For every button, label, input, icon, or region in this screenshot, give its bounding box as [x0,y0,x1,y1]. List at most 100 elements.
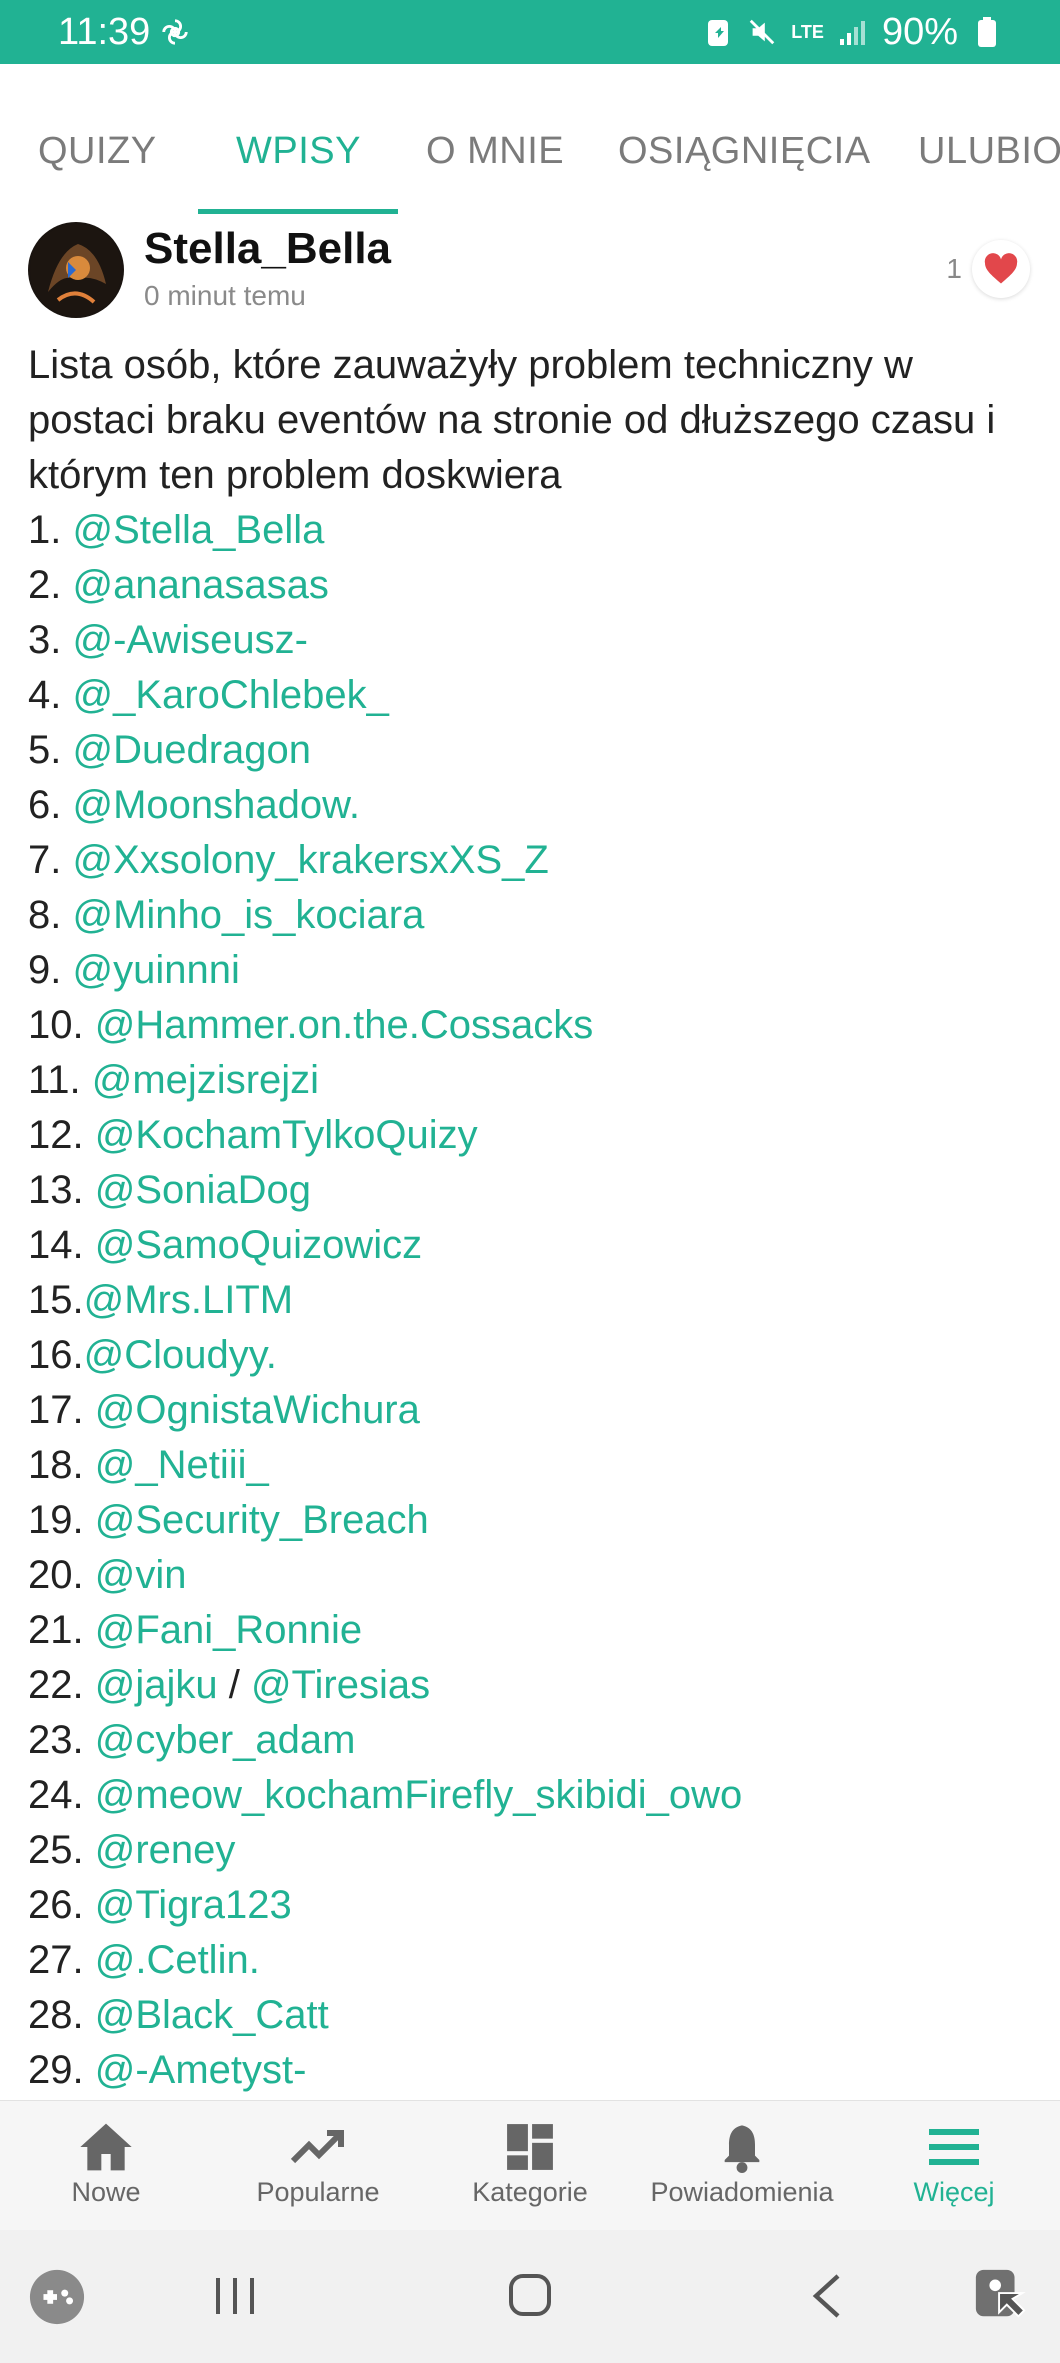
user-mention-link[interactable]: @Duedragon [72,728,311,772]
user-mention-link[interactable]: @Stella_Bella [72,508,324,552]
user-mention-link[interactable]: @yuinnni [72,948,239,992]
list-item-number: 19. [28,1498,95,1542]
user-mention-link[interactable]: @mejzisrejzi [92,1058,319,1102]
list-item: 25. @reney [28,1823,1038,1878]
status-time-group: 11:39 [58,11,190,54]
network-type: LTE [791,21,824,42]
user-mention-link[interactable]: @Minho_is_kociara [72,893,424,937]
user-mention-link[interactable]: @cyber_adam [95,1718,356,1762]
list-item-number: 17. [28,1388,95,1432]
list-item-number: 4. [28,673,73,717]
user-mention-link[interactable]: @_Netiii_ [95,1443,269,1487]
post-author[interactable]: Stella_Bella [144,224,391,274]
user-mention-link[interactable]: @Mrs.LITM [84,1278,293,1322]
list-item: 4. @_KaroChlebek_ [28,668,1038,723]
list-item: 23. @cyber_adam [28,1713,1038,1768]
user-mention-link[interactable]: @_KaroChlebek_ [72,673,388,717]
nav-label: Kategorie [472,2177,588,2207]
mention-separator: / [217,1663,251,1707]
user-mention-link[interactable]: @meow_kochamFirefly_skibidi_owo [95,1773,743,1817]
user-mention-link[interactable]: @ananasasas [72,563,328,607]
nav-label: Nowe [71,2177,141,2207]
list-item-number: 6. [28,783,73,827]
nav-powiadomienia[interactable]: Powiadomienia [636,2101,848,2231]
nav-popularne[interactable]: Popularne [212,2101,424,2231]
tab-wpisy[interactable]: WPISY [236,130,361,173]
list-item: 26. @Tigra123 [28,1878,1038,1933]
tab-ulubione[interactable]: ULUBIO [918,130,1060,173]
list-item: 17. @OgnistaWichura [28,1383,1038,1438]
list-item: 29. @-Ametyst- [28,2043,1038,2098]
user-mention-link[interactable]: @Hammer.on.the.Cossacks [95,1003,594,1047]
post-time: 0 minut temu [144,280,306,311]
dashboard-icon [505,2117,555,2177]
list-item: 8. @Minho_is_kociara [28,888,1038,943]
list-item-number: 14. [28,1223,95,1267]
game-launcher-icon[interactable] [28,2268,86,2331]
home-button-icon[interactable] [507,2272,553,2323]
nav-kategorie[interactable]: Kategorie [424,2101,636,2231]
nav-label: Popularne [256,2177,380,2207]
list-item: 9. @yuinnni [28,943,1038,998]
list-item: 1. @Stella_Bella [28,503,1038,558]
recent-apps-icon[interactable] [212,2274,258,2323]
list-item: 21. @Fani_Ronnie [28,1603,1038,1658]
list-item-number: 22. [28,1663,95,1707]
list-item-number: 12. [28,1113,95,1157]
user-mention-link[interactable]: @Tiresias [251,1663,430,1707]
list-item-number: 23. [28,1718,95,1762]
tab-quizy[interactable]: QUIZY [38,130,157,173]
bottom-navigation: Nowe Popularne Kategorie Powiadomienia W… [0,2100,1060,2231]
post-header: Stella_Bella 0 minut temu 1 [0,218,1060,328]
battery-icon [972,17,1002,47]
user-mention-link[interactable]: @Moonshadow. [72,783,359,827]
back-icon[interactable] [808,2272,848,2325]
list-item-number: 13. [28,1168,95,1212]
list-item: 14. @SamoQuizowicz [28,1218,1038,1273]
list-item-number: 29. [28,2048,95,2092]
user-mention-link[interactable]: @vin [95,1553,187,1597]
user-mention-link[interactable]: @Black_Catt [95,1993,329,2037]
battery-saver-icon [703,17,733,47]
mute-icon [747,17,777,47]
status-time: 11:39 [58,10,151,53]
user-mention-link[interactable]: @Tigra123 [95,1883,292,1927]
tab-osiagniecia[interactable]: OSIĄGNIĘCIA [618,130,871,173]
list-item: 5. @Duedragon [28,723,1038,778]
list-item-number: 26. [28,1883,95,1927]
user-mention-link[interactable]: @reney [95,1828,236,1872]
list-item: 18. @_Netiii_ [28,1438,1038,1493]
list-item: 20. @vin [28,1548,1038,1603]
list-item: 24. @meow_kochamFirefly_skibidi_owo [28,1768,1038,1823]
profile-tabs: QUIZY WPISY O MNIE OSIĄGNIĘCIA ULUBIO [0,120,1060,216]
user-mention-link[interactable]: @jajku [95,1663,218,1707]
list-item: 22. @jajku / @Tiresias [28,1658,1038,1713]
list-item-number: 1. [28,508,73,552]
nav-nowe[interactable]: Nowe [0,2101,212,2231]
list-item-number: 7. [28,838,73,882]
list-item-number: 10. [28,1003,95,1047]
list-item-number: 8. [28,893,73,937]
nav-wiecej[interactable]: Więcej [848,2101,1060,2231]
user-mention-link[interactable]: @SoniaDog [95,1168,311,1212]
like-button[interactable] [972,240,1030,298]
tab-o-mnie[interactable]: O MNIE [426,130,564,173]
user-mention-link[interactable]: @Security_Breach [95,1498,429,1542]
list-item: 7. @Xxsolony_krakersxXS_Z [28,833,1038,888]
system-navigation-bar [0,2230,1060,2363]
user-mention-link[interactable]: @OgnistaWichura [95,1388,420,1432]
accessibility-touch-icon[interactable] [972,2266,1030,2329]
user-mention-link[interactable]: @-Ametyst- [95,2048,307,2092]
battery-percent: 90% [881,10,958,53]
status-bar: 11:39 LTE 90% [0,0,1060,64]
user-mention-link[interactable]: @Xxsolony_krakersxXS_Z [72,838,548,882]
user-mention-link[interactable]: @-Awiseusz- [72,618,307,662]
user-mention-link[interactable]: @KochamTylkoQuizy [95,1113,478,1157]
user-mention-link[interactable]: @.Cetlin. [95,1938,260,1982]
user-mention-link[interactable]: @Fani_Ronnie [95,1608,362,1652]
user-mention-link[interactable]: @SamoQuizowicz [95,1223,422,1267]
list-item-number: 28. [28,1993,95,2037]
user-mention-link[interactable]: @Cloudyy. [84,1333,277,1377]
avatar[interactable] [28,222,124,318]
list-item-number: 18. [28,1443,95,1487]
